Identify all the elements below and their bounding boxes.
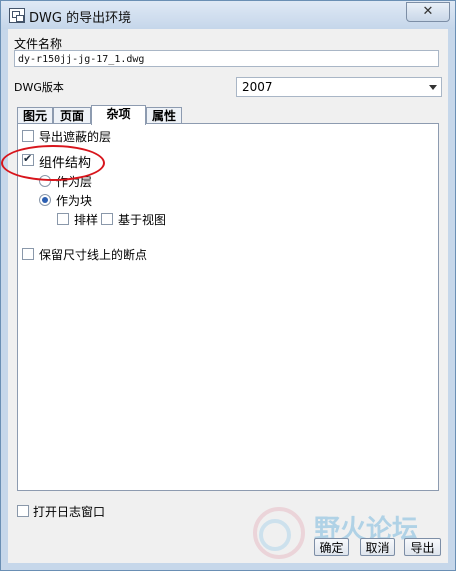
chevron-down-icon — [429, 85, 437, 90]
as-block-label: 作为块 — [56, 194, 93, 208]
close-button[interactable]: ✕ — [406, 2, 450, 22]
tab-misc[interactable]: 杂项 — [91, 105, 146, 125]
title-bar[interactable]: DWG 的导出环境 ✕ — [1, 1, 455, 29]
file-name-input[interactable]: dy-r150jj-jg-17_1.dwg — [14, 50, 439, 67]
tab-attributes[interactable]: 属性 — [146, 107, 182, 123]
cancel-button[interactable]: 取消 — [360, 538, 395, 556]
export-dialog: DWG 的导出环境 ✕ 文件名称 dy-r150jj-jg-17_1.dwg D… — [0, 0, 456, 571]
export-button[interactable]: 导出 — [404, 538, 441, 556]
keep-dim-breaks-checkbox[interactable] — [22, 248, 34, 260]
dwg-version-select[interactable]: 2007 — [236, 77, 442, 97]
tab-page[interactable]: 页面 — [53, 107, 91, 123]
export-hidden-layers-checkbox[interactable] — [22, 130, 34, 142]
as-block-radio[interactable] — [39, 194, 51, 206]
keep-dim-breaks-label: 保留尺寸线上的断点 — [39, 248, 148, 262]
open-log-checkbox[interactable] — [17, 505, 29, 517]
export-hidden-layers-label: 导出遮蔽的层 — [39, 130, 112, 144]
window-title: DWG 的导出环境 — [29, 11, 132, 26]
red-annotation-ellipse — [1, 145, 105, 181]
tab-entities[interactable]: 图元 — [17, 107, 53, 123]
view-based-checkbox[interactable] — [101, 213, 113, 225]
view-based-label: 基于视图 — [118, 213, 167, 227]
open-log-label: 打开日志窗口 — [33, 505, 106, 519]
sort-checkbox[interactable] — [57, 213, 69, 225]
ok-button[interactable]: 确定 — [314, 538, 349, 556]
dialog-body: 文件名称 dy-r150jj-jg-17_1.dwg DWG版本 2007 图元… — [8, 29, 448, 563]
sort-label: 排样 — [74, 213, 99, 227]
dwg-version-value: 2007 — [242, 80, 273, 94]
app-icon — [9, 8, 25, 23]
dwg-version-label: DWG版本 — [14, 81, 64, 94]
